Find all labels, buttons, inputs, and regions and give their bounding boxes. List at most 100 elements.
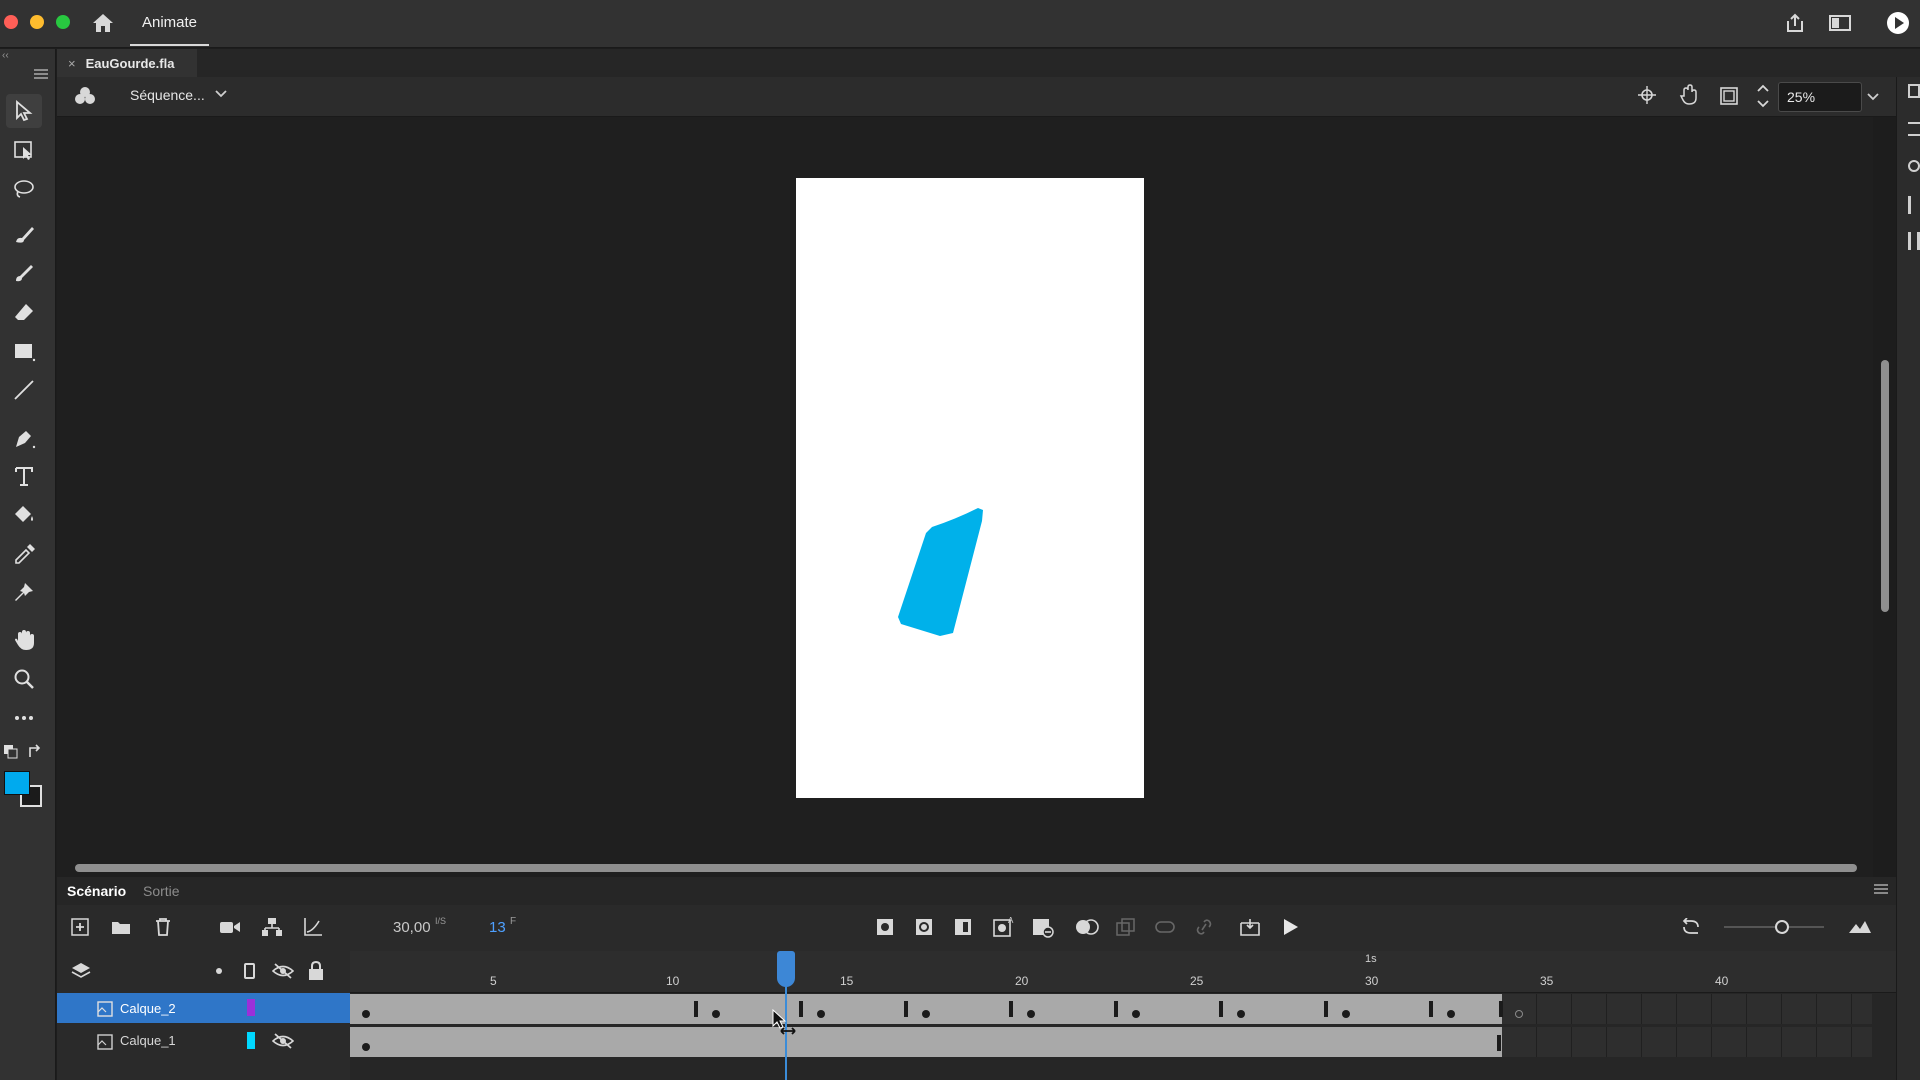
frames-row-calque-2[interactable] [350, 994, 1502, 1024]
default-colors-icon[interactable] [3, 744, 19, 760]
camera-icon[interactable] [219, 919, 241, 935]
fps-value[interactable]: 30,00 [393, 919, 431, 936]
zoom-stepper-icon[interactable] [1756, 82, 1770, 110]
insert-blank-keyframe-icon[interactable] [915, 918, 933, 936]
frames-row-calque-1[interactable] [350, 1027, 1502, 1057]
keyframe[interactable] [1237, 1010, 1245, 1018]
toolbar-menu-icon[interactable] [34, 69, 48, 79]
workspace-icon[interactable] [1829, 14, 1851, 32]
zoom-input[interactable]: 25% [1778, 82, 1862, 112]
edit-multiple-frames-icon[interactable] [1116, 918, 1136, 936]
tab-scenario[interactable]: Scénario [57, 877, 136, 905]
bottle-shape[interactable] [896, 505, 986, 640]
new-layer-icon[interactable] [71, 918, 89, 936]
rotate-stage-icon[interactable] [1677, 84, 1699, 106]
scene-selector[interactable]: Séquence... [130, 87, 205, 103]
keyframe[interactable] [1342, 1010, 1350, 1018]
timeline-zoom-slider-track[interactable] [1724, 926, 1824, 928]
delete-layer-icon[interactable] [154, 917, 172, 937]
fill-color-swatch[interactable] [4, 771, 30, 795]
insert-keyframe-icon[interactable] [876, 918, 894, 936]
horizontal-scrollbar[interactable] [75, 864, 1857, 872]
pencil-brush-tool-icon[interactable] [6, 218, 42, 252]
zoom-tool-icon[interactable] [6, 662, 42, 696]
clear-keyframe-icon[interactable] [1032, 918, 1054, 938]
keyframe[interactable] [712, 1010, 720, 1018]
layer-color-chip[interactable] [247, 999, 255, 1016]
layers-stack-icon[interactable] [71, 961, 91, 981]
keyframe[interactable] [922, 1010, 930, 1018]
onion-skin-icon[interactable] [1075, 918, 1099, 936]
tab-sortie[interactable]: Sortie [133, 877, 190, 905]
frame-ruler[interactable] [350, 951, 1896, 993]
panel-menu-icon[interactable] [1874, 884, 1888, 894]
layer-name[interactable]: Calque_2 [120, 1001, 176, 1016]
vertical-scrollbar[interactable] [1881, 360, 1889, 612]
show-outline-icon[interactable] [244, 963, 255, 979]
free-transform-tool-icon[interactable] [6, 133, 42, 167]
line-tool-icon[interactable] [6, 373, 42, 407]
maximize-window-button[interactable] [56, 15, 70, 29]
empty-frames-row[interactable] [1502, 994, 1872, 1024]
loop-icon[interactable] [1155, 920, 1175, 934]
clip-content-icon[interactable] [1719, 86, 1739, 106]
graph-icon[interactable] [303, 917, 323, 937]
align-panel-icon[interactable] [1908, 196, 1920, 214]
app-name-tab[interactable]: Animate [130, 0, 210, 46]
new-folder-icon[interactable] [111, 918, 131, 936]
scene-icon[interactable] [74, 86, 96, 106]
link-icon[interactable] [1194, 918, 1214, 936]
mountains-icon[interactable] [1848, 919, 1872, 935]
lock-all-layers-icon[interactable] [308, 961, 324, 981]
snap-to-center-icon[interactable] [1637, 85, 1657, 105]
document-tab[interactable]: × EauGourde.fla [57, 49, 197, 77]
rectangle-tool-icon[interactable] [6, 334, 42, 368]
blank-keyframe[interactable] [1515, 1010, 1523, 1018]
play-circle-icon[interactable] [1886, 11, 1910, 35]
current-frame[interactable]: 13 [489, 919, 506, 936]
stage-canvas[interactable] [796, 178, 1144, 798]
empty-frames-row[interactable] [1502, 1027, 1872, 1057]
timeline-zoom-slider-thumb[interactable] [1775, 920, 1789, 934]
highlight-layers-icon[interactable] [216, 968, 222, 974]
keyframe[interactable] [1027, 1010, 1035, 1018]
brush-tool-icon[interactable] [6, 256, 42, 290]
collapse-toolbar-icon[interactable]: ‹‹ [2, 50, 9, 61]
home-icon[interactable] [92, 13, 114, 33]
close-window-button[interactable] [4, 15, 18, 29]
loop-playback-icon[interactable] [1680, 918, 1702, 936]
chevron-down-icon[interactable] [214, 89, 228, 99]
hidden-layer-icon[interactable] [272, 1032, 294, 1050]
hide-all-layers-icon[interactable] [272, 962, 294, 980]
pin-tool-icon[interactable] [6, 575, 42, 609]
minimize-window-button[interactable] [30, 15, 44, 29]
auto-keyframe-icon[interactable]: A [993, 915, 1015, 937]
layer-color-chip[interactable] [247, 1032, 255, 1049]
more-tools-icon[interactable] [6, 701, 42, 735]
share-icon[interactable] [1784, 12, 1806, 34]
library-panel-icon[interactable] [1908, 122, 1920, 136]
lasso-tool-icon[interactable] [6, 172, 42, 206]
text-tool-icon[interactable] [6, 459, 42, 493]
insert-frame-icon[interactable] [954, 918, 972, 936]
play-icon[interactable] [1281, 918, 1299, 936]
keyframe[interactable] [1447, 1010, 1455, 1018]
properties-panel-icon[interactable] [1908, 84, 1920, 98]
keyframe[interactable] [817, 1010, 825, 1018]
keyframe[interactable] [362, 1010, 370, 1018]
eyedropper-tool-icon[interactable] [6, 537, 42, 571]
export-frames-icon[interactable] [1239, 917, 1261, 937]
paint-bucket-tool-icon[interactable] [6, 498, 42, 532]
keyframe[interactable] [362, 1043, 370, 1051]
hand-tool-icon[interactable] [6, 623, 42, 657]
close-tab-icon[interactable]: × [68, 56, 76, 71]
layer-parenting-icon[interactable] [262, 917, 282, 937]
zoom-dropdown-chevron-icon[interactable] [1866, 92, 1880, 102]
layer-name[interactable]: Calque_1 [120, 1033, 176, 1048]
swap-colors-icon[interactable] [27, 744, 43, 760]
assets-panel-icon[interactable] [1908, 160, 1920, 172]
eraser-tool-icon[interactable] [6, 295, 42, 329]
color-panel-icon[interactable] [1908, 232, 1920, 250]
selection-tool-icon[interactable] [6, 94, 42, 128]
keyframe[interactable] [1132, 1010, 1140, 1018]
